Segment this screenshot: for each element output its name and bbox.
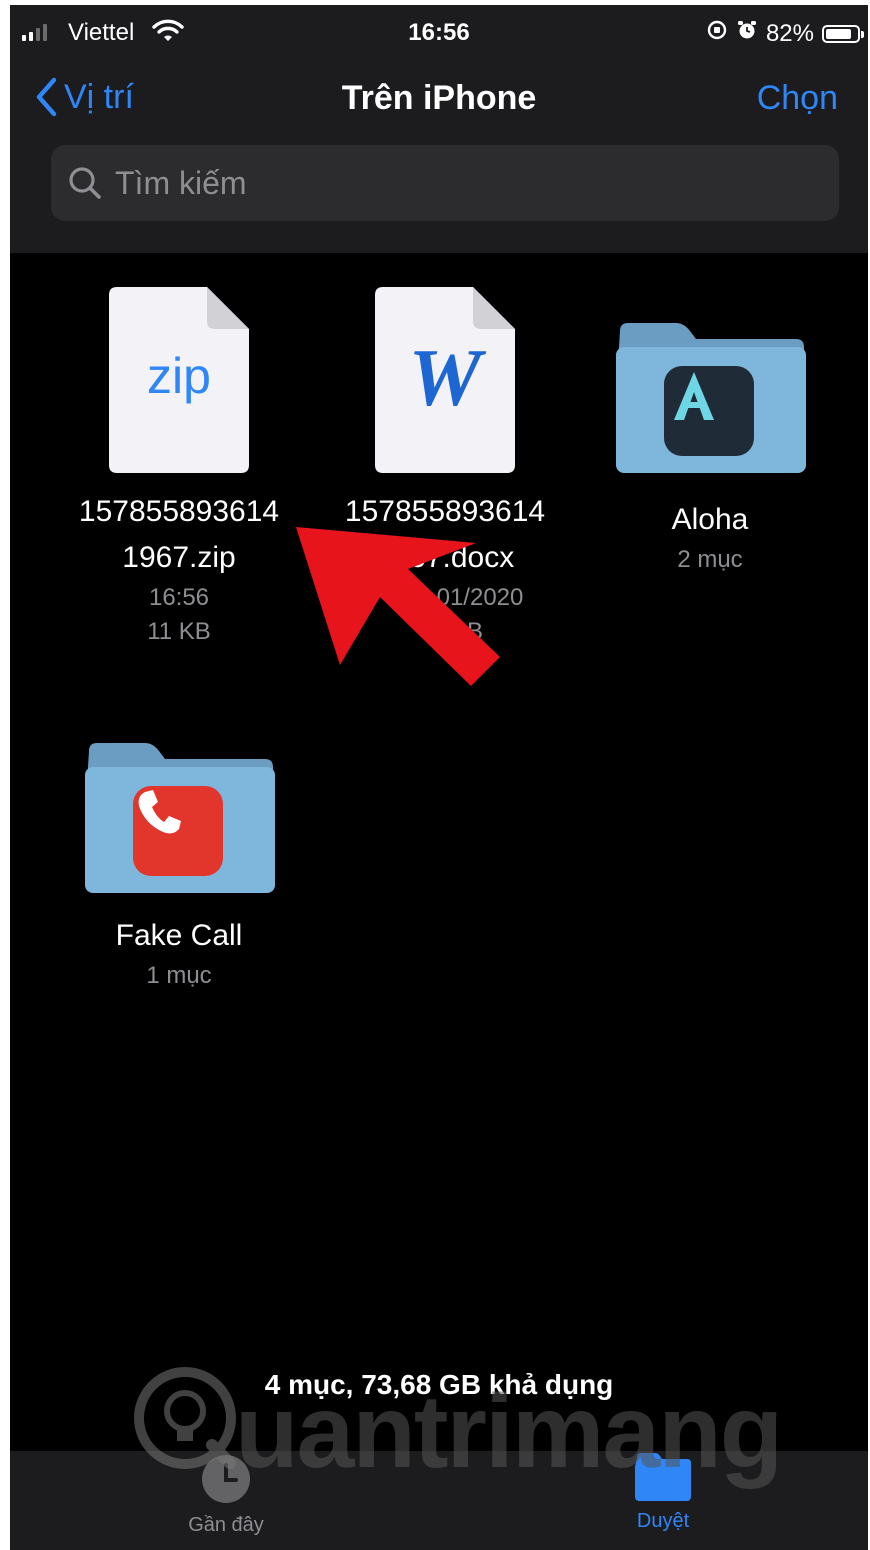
tab-recent-label: Gần đây [188,1514,264,1536]
watermark-text: uantrimang [235,1374,783,1490]
annotation-arrow [296,527,500,686]
watermark-logo-icon [134,1367,236,1469]
tab-browse-label: Duyệt [636,1510,690,1532]
files-app-screen: Viettel 16:56 82% Vị trí Trên iPhone Chọ… [10,5,868,1550]
